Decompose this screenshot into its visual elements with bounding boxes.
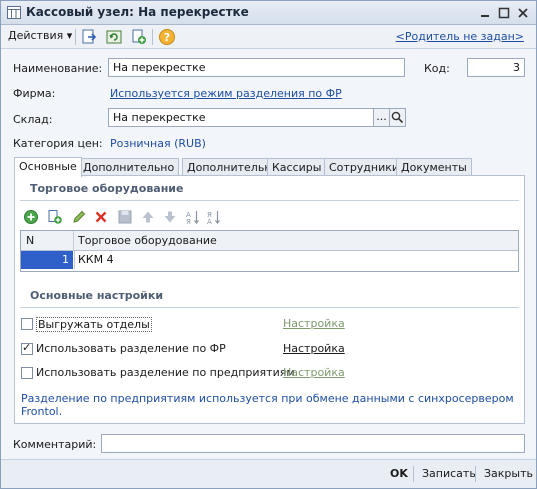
row-equipment-name: ККМ 4 <box>78 253 114 266</box>
svg-text:Я: Я <box>186 218 191 225</box>
comment-label: Комментарий: <box>13 438 97 451</box>
name-field[interactable]: На перекрестке <box>108 58 405 77</box>
copy-row-icon[interactable] <box>47 209 63 225</box>
grid-window-icon <box>7 6 21 19</box>
warehouse-label: Склад: <box>13 113 53 126</box>
column-header-equipment[interactable]: Торговое оборудование <box>78 234 217 247</box>
column-divider <box>73 231 74 251</box>
svg-text:A: A <box>207 218 212 225</box>
close-icon[interactable] <box>515 5 531 21</box>
bottom-button-bar: OK Записать Закрыть <box>1 459 536 488</box>
chevron-down-icon: ▾ <box>66 29 73 42</box>
export-departments-checkbox[interactable] <box>21 318 33 330</box>
price-category-label: Категория цен: <box>13 137 103 150</box>
split-by-fr-checkbox[interactable] <box>21 341 33 355</box>
tab-documents[interactable]: Документы <box>396 158 472 176</box>
copy-icon[interactable] <box>130 28 148 46</box>
maximize-icon[interactable] <box>496 5 512 21</box>
sort-desc-icon[interactable]: Я A <box>206 209 222 225</box>
minimize-icon[interactable] <box>477 5 493 21</box>
equipment-group-title: Торговое оборудование <box>30 182 184 195</box>
window-title: Кассовый узел: На перекрестке <box>26 5 249 19</box>
warehouse-select-button[interactable]: ... <box>373 108 390 127</box>
save-button[interactable]: Записать <box>422 467 476 480</box>
equipment-table: N Торговое оборудование 1 ККМ 4 <box>20 230 519 272</box>
delete-icon[interactable] <box>93 209 109 225</box>
split-by-enterprise-settings-link[interactable]: Настройка <box>283 366 345 379</box>
row-selection-cell: 1 <box>21 251 73 269</box>
split-by-fr-settings-link[interactable]: Настройка <box>283 342 345 355</box>
group-divider <box>20 307 519 308</box>
edit-icon[interactable] <box>71 209 87 225</box>
firm-label: Фирма: <box>13 87 56 100</box>
close-button[interactable]: Закрыть <box>484 467 533 480</box>
tab-additional[interactable]: Дополнительно <box>78 158 180 176</box>
button-divider <box>413 466 414 482</box>
export-departments-label: Выгружать отделы <box>36 317 152 332</box>
sort-asc-icon[interactable]: A Я <box>185 209 201 225</box>
tab-employees[interactable]: Сотрудники <box>324 158 405 176</box>
move-up-icon[interactable] <box>140 209 156 225</box>
ok-button[interactable]: OK <box>390 467 408 480</box>
group-divider <box>20 200 519 201</box>
settings-group-title: Основные настройки <box>30 289 164 302</box>
split-by-enterprise-checkbox[interactable] <box>21 367 33 379</box>
help-icon[interactable]: ? <box>158 28 176 46</box>
firm-link[interactable]: Используется режим разделения по ФР <box>110 87 342 100</box>
refresh-icon[interactable] <box>105 28 123 46</box>
post-icon[interactable] <box>80 28 98 46</box>
tab-cashiers[interactable]: Кассиры <box>267 158 327 176</box>
title-bar: Кассовый узел: На перекрестке <box>1 1 536 25</box>
tab-main[interactable]: Основные <box>14 157 82 177</box>
split-by-fr-label: Использовать разделение по ФР <box>36 342 226 355</box>
comment-field[interactable] <box>101 434 525 453</box>
parent-link[interactable]: <Родитель не задан> <box>396 30 524 43</box>
row-number: 1 <box>62 253 69 266</box>
actions-menu[interactable]: Действия ▾ <box>8 29 72 42</box>
move-down-icon[interactable] <box>162 209 178 225</box>
price-category-link[interactable]: Розничная (RUB) <box>110 137 206 150</box>
search-icon <box>391 111 404 124</box>
column-header-n[interactable]: N <box>26 234 34 247</box>
toolbar: Действия ▾ ? <Родитель не задан> <box>1 25 536 49</box>
name-label: Наименование: <box>13 62 103 75</box>
code-field[interactable]: 3 <box>467 58 525 77</box>
export-departments-settings-link[interactable]: Настройка <box>283 317 345 330</box>
toolbar-divider <box>75 29 76 45</box>
table-row[interactable]: 1 ККМ 4 <box>21 251 518 269</box>
cash-node-window: Кассовый узел: На перекрестке Действия ▾ <box>0 0 537 489</box>
actions-menu-label: Действия <box>8 29 64 42</box>
split-by-enterprise-label: Использовать разделение по предприятиям <box>36 366 295 379</box>
add-icon[interactable] <box>23 209 39 225</box>
warehouse-field[interactable]: На перекрестке <box>108 108 374 127</box>
warehouse-open-button[interactable] <box>389 108 406 127</box>
column-divider <box>74 251 75 269</box>
table-header: N Торговое оборудование <box>21 231 518 251</box>
code-label: Код: <box>424 62 450 75</box>
save-icon[interactable] <box>117 209 133 225</box>
button-divider <box>475 466 476 482</box>
settings-note: Разделение по предприятиям используется … <box>21 392 514 418</box>
svg-text:?: ? <box>164 31 170 44</box>
toolbar-divider <box>152 29 153 45</box>
